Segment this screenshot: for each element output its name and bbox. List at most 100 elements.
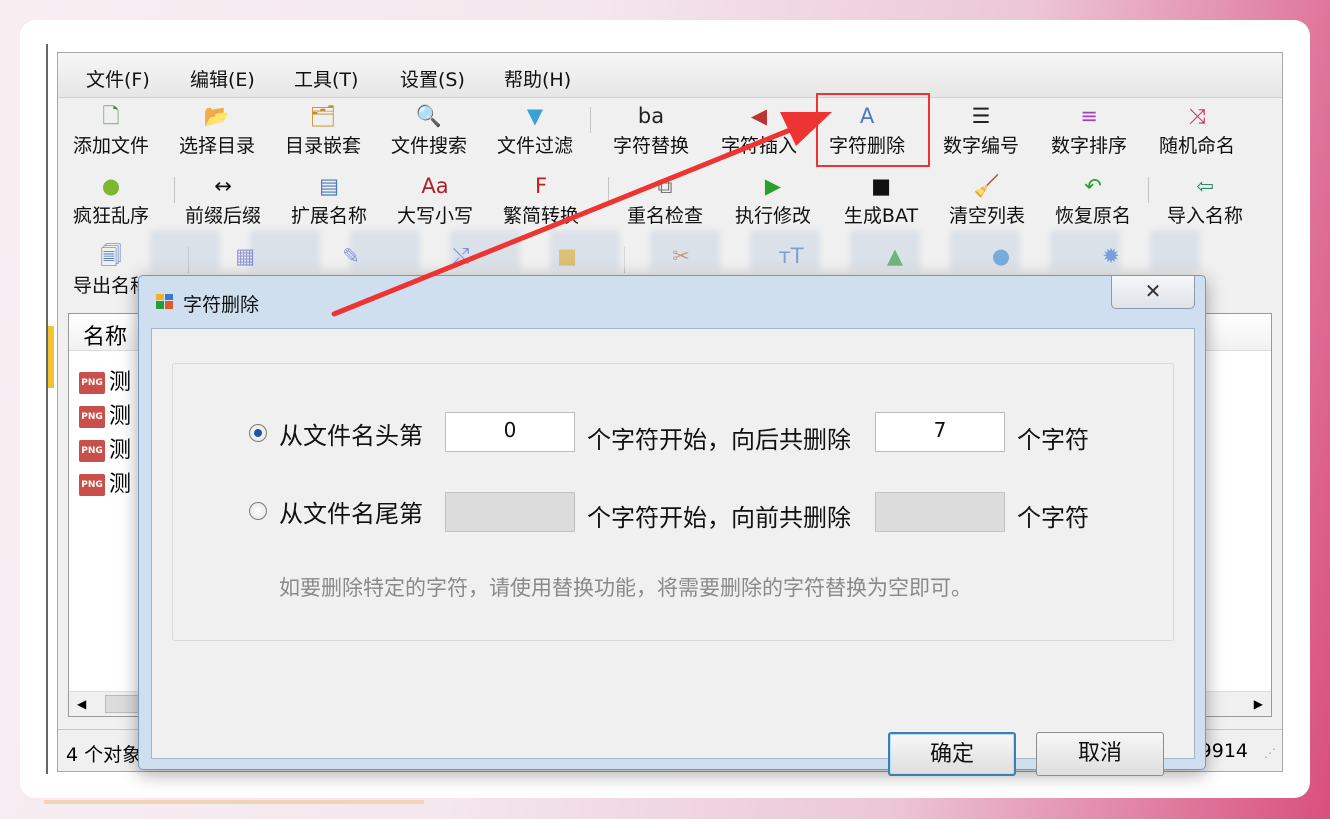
toolbar-button-label: 大写小写 (396, 205, 473, 227)
duplicate-check-icon: ⧉ (657, 174, 673, 198)
toolbar-button-terminal[interactable]: ■ 生成BAT (827, 173, 935, 228)
head-mid-label: 个字符开始，向后共删除 (587, 426, 851, 454)
toolbar-button-label: 目录嵌套 (284, 135, 361, 157)
toolbar-button-label: 文件搜索 (390, 135, 467, 157)
toolbar-button-prefix-suffix[interactable]: ↔ 前缀后缀 (169, 173, 277, 228)
resize-grip-icon[interactable]: ⋰ (1264, 746, 1276, 760)
toolbar-button-label: 文件过滤 (496, 135, 573, 157)
list-item-name: 测 (109, 438, 132, 463)
toolbar-button-number-list[interactable]: ☰ 数字编号 (927, 103, 1035, 158)
undo-icon: ↶ (1084, 174, 1102, 198)
list-item-name: 测 (109, 370, 132, 395)
list-item[interactable]: PNG 测 (79, 466, 132, 497)
menu-settings[interactable]: 设置(S) (400, 65, 465, 92)
toolbar-button-shuffle[interactable]: ⤨ 随机命名 (1143, 103, 1251, 158)
toolbar-button-label: 恢复原名 (1054, 205, 1131, 227)
toolbar-button-char-insert[interactable]: ◀ 字符插入 (705, 103, 813, 158)
list-item[interactable]: PNG 测 (79, 364, 132, 395)
tail-count-input[interactable] (875, 492, 1005, 532)
char-delete-dialog: 字符删除 ✕ 从文件名头第 0 个字符开始，向后共删除 7 个字符 从文件名尾第… (138, 275, 1206, 776)
close-icon: ✕ (1144, 279, 1162, 303)
add-file-icon: 🗋 (102, 104, 120, 128)
toolbar-button-label: 数字编号 (942, 135, 1019, 157)
toolbar-button-label: 重名检查 (626, 205, 703, 227)
toolbar-button-add-file[interactable]: 🗋 添加文件 (58, 103, 165, 158)
toolbar-button-import[interactable]: ⇦ 导入名称 (1151, 173, 1259, 228)
toolbar-button-folder-open[interactable]: 📂 选择目录 (163, 103, 271, 158)
toolbar-separator (608, 177, 609, 203)
list-item[interactable]: PNG 测 (79, 432, 132, 463)
menu-tools[interactable]: 工具(T) (294, 65, 358, 92)
png-file-icon: PNG (79, 474, 105, 496)
toolbar-button-undo[interactable]: ↶ 恢复原名 (1039, 173, 1147, 228)
tail-start-input[interactable] (445, 492, 575, 532)
toolbar-button-label: 字符插入 (720, 135, 797, 157)
toolbar-button-label: 字符替换 (612, 135, 689, 157)
tail-mid-label: 个字符开始，向前共删除 (587, 504, 851, 532)
toolbar-button-execute[interactable]: ▶ 执行修改 (719, 173, 827, 228)
toolbar-button-sort[interactable]: ≡ 数字排序 (1035, 103, 1143, 158)
head-suffix-label: 个字符 (1017, 426, 1089, 454)
list-item-name: 测 (109, 404, 132, 429)
toolbar-separator (1148, 177, 1149, 203)
extension-icon: ▤ (319, 174, 339, 198)
char-insert-icon: ◀ (750, 104, 768, 128)
menu-edit[interactable]: 编辑(E) (190, 65, 255, 92)
left-border-line (46, 44, 48, 774)
toolbar-separator (174, 177, 175, 203)
head-start-input[interactable]: 0 (445, 412, 575, 452)
toolbar-button-nested-folder[interactable]: 🗂 目录嵌套 (269, 103, 377, 158)
hint-text: 如要删除特定的字符，请使用替换功能，将需要删除的字符替换为空即可。 (279, 576, 972, 600)
from-tail-label: 从文件名尾第 (279, 500, 423, 528)
toolbar-button-char-replace[interactable]: ba 字符替换 (597, 103, 705, 158)
toolbar-button-duplicate-check[interactable]: ⧉ 重名检查 (611, 173, 719, 228)
list-item-name: 测 (109, 472, 132, 497)
toolbar-button-label: 清空列表 (948, 205, 1025, 227)
ok-button[interactable]: 确定 (888, 732, 1016, 776)
scroll-right-icon[interactable]: ▶ (1254, 697, 1263, 711)
cancel-button[interactable]: 取消 (1036, 732, 1164, 776)
execute-icon: ▶ (764, 174, 782, 198)
list-item[interactable]: PNG 测 (79, 398, 132, 429)
highlight-box (816, 93, 930, 167)
status-value: 9914 (1199, 740, 1248, 762)
traditional-simplified-icon: F (534, 174, 548, 198)
android-icon: ● (101, 174, 121, 198)
toolbar-button-label: 生成BAT (843, 205, 919, 227)
close-button[interactable]: ✕ (1111, 276, 1195, 309)
import-icon: ⇦ (1196, 174, 1214, 198)
toolbar-button-label: 执行修改 (734, 205, 811, 227)
menu-help[interactable]: 帮助(H) (504, 65, 571, 92)
shuffle-icon: ⤨ (1188, 104, 1206, 128)
toolbar-button-label: 添加文件 (72, 135, 149, 157)
toolbar-button-label: 前缀后缀 (184, 205, 261, 227)
clear-icon: 🧹 (973, 174, 1001, 198)
toolbar-button-label: 繁简转换 (502, 205, 579, 227)
toolbar-separator (590, 107, 591, 133)
toolbar-button-extension[interactable]: ▤ 扩展名称 (275, 173, 383, 228)
nested-folder-icon: 🗂 (309, 104, 337, 128)
toolbar-button-clear[interactable]: 🧹 清空列表 (933, 173, 1041, 228)
menu-file[interactable]: 文件(F) (86, 65, 150, 92)
menu-bar: 文件(F) 编辑(E) 工具(T) 设置(S) 帮助(H) (58, 53, 1282, 98)
dialog-body: 从文件名头第 0 个字符开始，向后共删除 7 个字符 从文件名尾第 个字符开始，… (151, 328, 1195, 776)
case-icon: Aa (421, 174, 449, 198)
head-count-input[interactable]: 7 (875, 412, 1005, 452)
from-tail-radio[interactable] (249, 502, 267, 520)
dialog-title: 字符删除 (183, 294, 260, 316)
toolbar-button-label: 数字排序 (1050, 135, 1127, 157)
toolbar-button-traditional-simplified[interactable]: F 繁简转换 (487, 173, 595, 228)
from-head-radio[interactable] (249, 424, 267, 442)
options-group: 从文件名头第 0 个字符开始，向后共删除 7 个字符 从文件名尾第 个字符开始，… (172, 363, 1174, 641)
toolbar-button-label: 扩展名称 (290, 205, 367, 227)
toolbar-button-label: 导入名称 (1166, 205, 1243, 227)
png-file-icon: PNG (79, 372, 105, 394)
png-file-icon: PNG (79, 406, 105, 428)
side-accent-bar (48, 326, 54, 388)
toolbar-button-filter[interactable]: ▼ 文件过滤 (481, 103, 589, 158)
toolbar-button-search[interactable]: 🔍 文件搜索 (375, 103, 483, 158)
toolbar-button-android[interactable]: ● 疯狂乱序 (58, 173, 165, 228)
toolbar-button-case[interactable]: Aa 大写小写 (381, 173, 489, 228)
scroll-left-icon[interactable]: ◀ (77, 697, 86, 711)
prefix-suffix-icon: ↔ (214, 174, 232, 198)
